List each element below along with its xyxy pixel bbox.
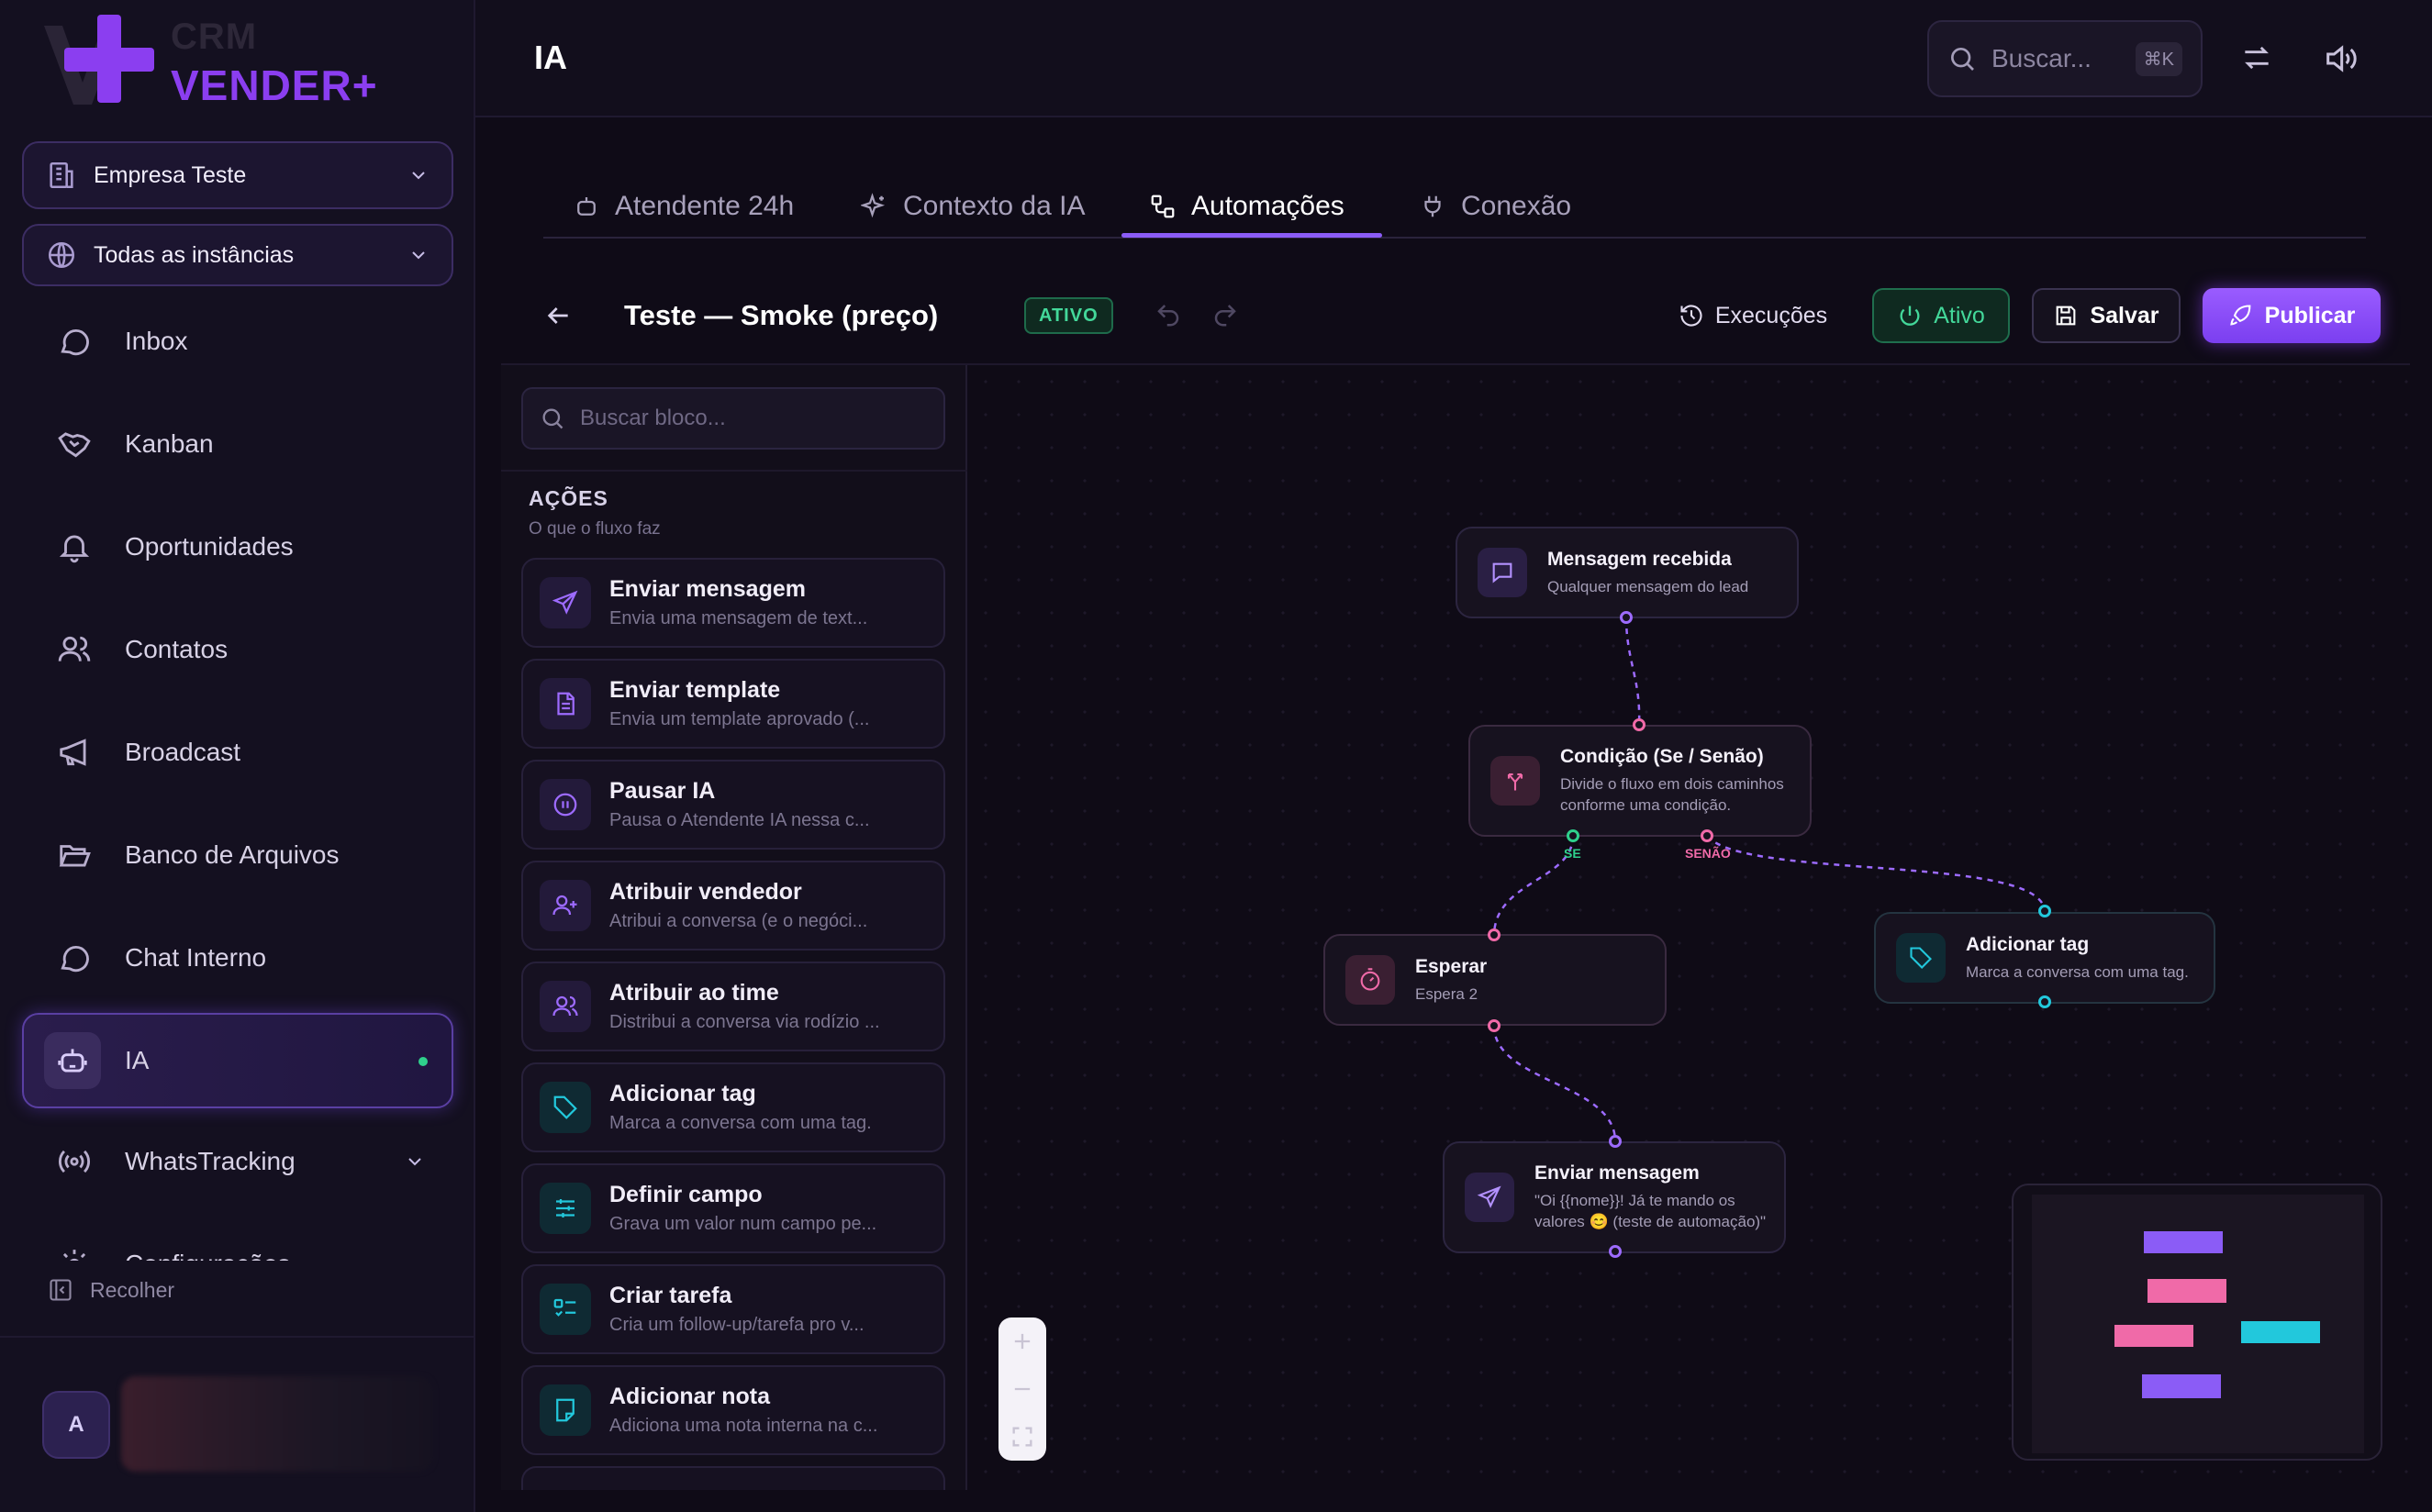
node-output-handle[interactable] <box>1620 611 1633 624</box>
node-desc: Divide o fluxo em dois caminhos conforme… <box>1560 775 1784 814</box>
node-input-handle[interactable] <box>1633 718 1646 731</box>
node-output-handle[interactable] <box>1609 1245 1622 1258</box>
branch-no-handle[interactable] <box>1701 829 1713 842</box>
node-icon-box <box>1478 548 1527 597</box>
chat-bubble-icon <box>1492 562 1512 584</box>
minimap-node-wait <box>2114 1325 2193 1347</box>
node-input-handle[interactable] <box>1488 928 1500 941</box>
node-icon-box <box>1896 933 1946 983</box>
node-title: Esperar <box>1415 955 1488 977</box>
node-output-handle[interactable] <box>2038 995 2051 1008</box>
node-desc: "Oi {{nome}}! Já te mando os valores 😊 (… <box>1534 1192 1767 1230</box>
node-icon-box <box>1345 955 1395 1005</box>
minimap-node-trigger <box>2144 1231 2223 1253</box>
node-icon-box <box>1490 756 1540 806</box>
node-adicionar-tag[interactable]: Adicionar tag Marca a conversa com uma ta… <box>1874 912 2215 1004</box>
zoom-controls <box>998 1317 1046 1461</box>
tag-icon <box>1910 947 1932 969</box>
timer-icon <box>1360 968 1380 991</box>
zoom-out-icon[interactable] <box>1010 1376 1035 1402</box>
zoom-in-icon[interactable] <box>1010 1329 1035 1354</box>
minimap-node-send <box>2142 1374 2221 1398</box>
node-title: Condição (Se / Senão) <box>1560 746 1764 767</box>
branch-no-label: SENÃO <box>1685 846 1731 861</box>
minimap[interactable] <box>2012 1184 2382 1461</box>
node-input-handle[interactable] <box>2038 905 2051 917</box>
split-arrows-icon <box>1507 773 1523 791</box>
branch-yes-handle[interactable] <box>1567 829 1579 842</box>
node-condicao[interactable]: Condição (Se / Senão) Divide o fluxo em d… <box>1468 725 1812 837</box>
node-desc: Espera 2 <box>1415 984 1478 1003</box>
node-icon-box <box>1465 1173 1514 1222</box>
branch-yes-label: SE <box>1564 846 1581 861</box>
node-title: Enviar mensagem <box>1534 1162 1700 1184</box>
node-title: Mensagem recebida <box>1547 548 1732 570</box>
fit-view-icon[interactable] <box>1010 1424 1035 1450</box>
node-output-handle[interactable] <box>1488 1019 1500 1032</box>
send-icon <box>1477 1185 1501 1208</box>
node-desc: Qualquer mensagem do lead <box>1547 577 1749 595</box>
node-esperar[interactable]: Esperar Espera 2 <box>1323 934 1667 1026</box>
node-mensagem-recebida[interactable]: Mensagem recebida Qualquer mensagem do le… <box>1456 527 1799 618</box>
node-input-handle[interactable] <box>1609 1135 1622 1148</box>
minimap-node-condition <box>2148 1279 2226 1303</box>
node-title: Adicionar tag <box>1966 933 2090 955</box>
node-desc: Marca a conversa com uma tag. <box>1966 962 2189 981</box>
node-enviar-mensagem[interactable]: Enviar mensagem "Oi {{nome}}! Já te mando… <box>1443 1141 1786 1253</box>
minimap-node-tag <box>2241 1321 2320 1343</box>
